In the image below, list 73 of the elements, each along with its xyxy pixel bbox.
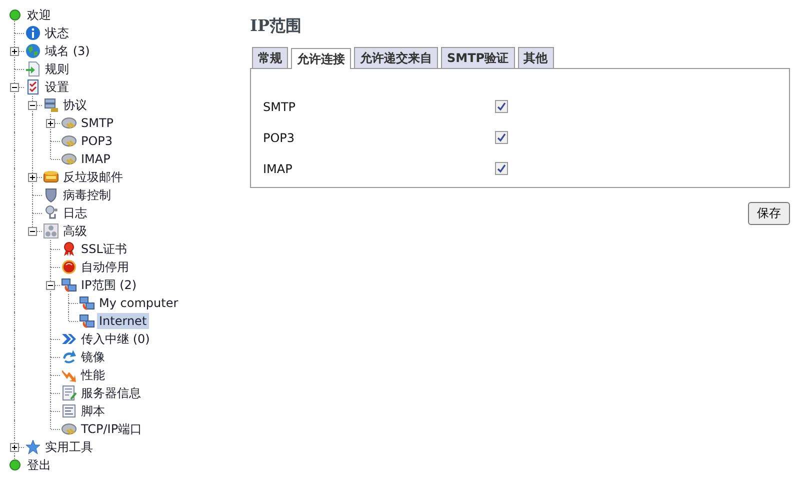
computers-icon	[61, 277, 77, 293]
checkbox[interactable]	[495, 131, 508, 144]
expander-icon[interactable]	[46, 281, 55, 290]
tree-item[interactable]: 自动停用	[79, 259, 131, 275]
tree-item[interactable]: 状态	[43, 25, 71, 41]
document-pen-icon	[61, 385, 77, 401]
tree-item[interactable]: 脚本	[79, 403, 107, 419]
ribbon-icon	[61, 241, 77, 257]
info-icon	[25, 25, 41, 41]
tree-item[interactable]: TCP/IP端口	[79, 421, 144, 437]
tree-item[interactable]: 实用工具	[43, 439, 95, 455]
tree-item[interactable]: IP范围 (2)	[79, 277, 139, 293]
tab[interactable]: 常规	[252, 47, 288, 68]
tree-item[interactable]: POP3	[79, 133, 115, 149]
computers-icon	[79, 295, 95, 311]
stethoscope-icon	[43, 205, 59, 221]
tree-item[interactable]: Internet	[97, 313, 149, 329]
tree-item[interactable]: 反垃圾邮件	[61, 169, 125, 185]
tab[interactable]: 允许递交来自	[354, 47, 438, 68]
shield-icon	[43, 187, 59, 203]
star-icon	[25, 439, 41, 455]
tree-item[interactable]: 日志	[61, 205, 89, 221]
save-button[interactable]: 保存	[748, 202, 790, 225]
tab[interactable]: SMTP验证	[441, 47, 515, 68]
document-arrow-icon	[25, 61, 41, 77]
plug-icon	[61, 115, 77, 131]
page-title: IP范围	[250, 16, 303, 37]
expander-icon[interactable]	[28, 101, 37, 110]
expander-icon[interactable]	[10, 83, 19, 92]
ball-icon	[61, 259, 77, 275]
globe-icon	[25, 43, 41, 59]
curved-arrow-icon	[61, 349, 77, 365]
tree-item[interactable]: 欢迎	[25, 7, 53, 23]
tree-item[interactable]: 镜像	[79, 349, 107, 365]
tree-item[interactable]: 登出	[25, 457, 53, 473]
can-icon	[43, 169, 59, 185]
tab[interactable]: 允许连接	[291, 48, 351, 69]
tree-item[interactable]: 规则	[43, 61, 71, 77]
tree-item[interactable]: 传入中继 (0)	[79, 331, 152, 347]
server-icon	[43, 97, 59, 113]
option-label: IMAP	[263, 162, 294, 176]
tree-item[interactable]: 病毒控制	[61, 187, 113, 203]
tree-item[interactable]: SSL证书	[79, 241, 129, 257]
tree-item[interactable]: 设置	[43, 79, 71, 95]
computers-icon	[79, 313, 95, 329]
option-label: POP3	[263, 130, 296, 144]
tree-item[interactable]: 性能	[79, 367, 107, 383]
tree-item[interactable]: SMTP	[79, 115, 116, 131]
dot-icon	[7, 457, 23, 473]
gears-icon	[43, 223, 59, 239]
checklist-icon	[25, 79, 41, 95]
expander-icon[interactable]	[10, 47, 19, 56]
option-label: SMTP	[263, 100, 297, 114]
plug-icon	[61, 133, 77, 149]
checkbox[interactable]	[495, 162, 508, 175]
dot-icon	[7, 7, 23, 23]
checkbox[interactable]	[495, 100, 508, 113]
tree-item[interactable]: IMAP	[79, 151, 112, 167]
expander-icon[interactable]	[46, 119, 55, 128]
tree-item[interactable]: 域名 (3)	[43, 43, 92, 59]
tree-item[interactable]: 高级	[61, 223, 89, 239]
plug-icon	[61, 151, 77, 167]
expander-icon[interactable]	[28, 173, 37, 182]
expander-icon[interactable]	[28, 227, 37, 236]
tab[interactable]: 其他	[518, 47, 554, 68]
zigzag-arrow-icon	[61, 367, 77, 383]
plug-icon	[61, 421, 77, 437]
double-chevron-icon	[61, 331, 77, 347]
tree-item[interactable]: 协议	[61, 97, 89, 113]
expander-icon[interactable]	[10, 443, 19, 452]
tree-item[interactable]: My computer	[97, 295, 180, 311]
document-lines-icon	[61, 403, 77, 419]
tree-item[interactable]: 服务器信息	[79, 385, 143, 401]
